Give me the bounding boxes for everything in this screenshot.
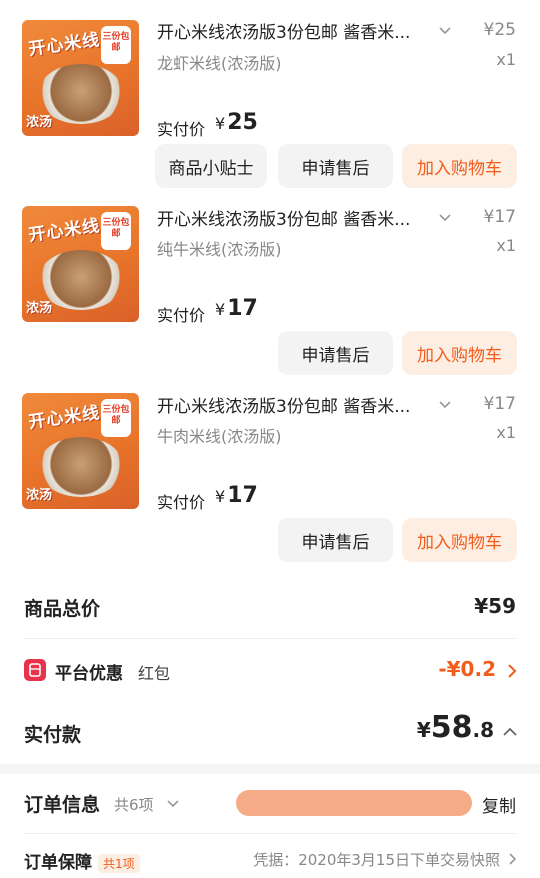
add-to-cart-button[interactable]: 加入购物车 — [402, 331, 517, 375]
paid-price-label: 实付价 — [157, 120, 206, 139]
after-sale-button[interactable]: 申请售后 — [278, 518, 393, 562]
thumb-tag: 三份包邮 — [101, 26, 131, 64]
order-info-count: 共6项 — [114, 796, 154, 814]
paid-price-value: ¥17 — [215, 296, 258, 321]
product-thumbnail[interactable]: 开心米线 三份包邮 浓汤 — [22, 393, 139, 509]
product-price: ¥25 — [483, 20, 516, 40]
paid-price-label: 实付价 — [157, 493, 206, 512]
discount-label: 平台优惠 — [55, 664, 123, 684]
paid-total-row: 实付款 ¥58.8 — [0, 702, 540, 764]
order-info-label: 订单信息 — [24, 794, 101, 816]
total-price-label: 商品总价 — [24, 598, 101, 620]
product-thumbnail[interactable]: 开心米线 三份包邮 浓汤 — [22, 20, 139, 136]
total-price-row: 商品总价 ¥59 — [0, 580, 540, 636]
discount-value: -¥0.2 — [438, 657, 496, 681]
after-sale-button[interactable]: 申请售后 — [278, 144, 393, 188]
after-sale-button[interactable]: 申请售后 — [278, 331, 393, 375]
product-price: ¥17 — [483, 207, 516, 227]
thumb-title-art: 开心米线 — [27, 403, 102, 433]
order-guarantee-row[interactable]: 订单保障 共1项 凭据：2020年3月15日下单交易快照 — [0, 834, 540, 878]
thumb-side-art: 浓汤 — [26, 115, 53, 130]
section-gap — [0, 764, 540, 774]
paid-price-value: ¥25 — [215, 110, 258, 135]
discount-row[interactable]: 平台优惠 红包 -¥0.2 — [0, 640, 540, 700]
product-qty: x1 — [496, 50, 516, 69]
product-spec: 龙虾米线(浓汤版) — [157, 54, 282, 73]
thumb-title-art: 开心米线 — [27, 30, 102, 60]
chevron-down-icon[interactable] — [438, 211, 452, 225]
paid-total-label: 实付款 — [24, 724, 82, 746]
add-to-cart-button[interactable]: 加入购物车 — [402, 518, 517, 562]
divider — [24, 638, 516, 639]
chevron-down-icon[interactable] — [166, 798, 180, 810]
coupon-icon — [24, 659, 46, 681]
chevron-down-icon[interactable] — [438, 398, 452, 412]
add-to-cart-button[interactable]: 加入购物车 — [402, 144, 517, 188]
product-title[interactable]: 开心米线浓汤版3份包邮 酱香米... — [157, 205, 437, 230]
order-guarantee-label: 订单保障 共1项 — [24, 848, 140, 873]
product-title[interactable]: 开心米线浓汤版3份包邮 酱香米... — [157, 392, 437, 417]
product-thumbnail[interactable]: 开心米线 三份包邮 浓汤 — [22, 206, 139, 322]
paid-price-value: ¥17 — [215, 483, 258, 508]
thumb-tag: 三份包邮 — [101, 399, 131, 437]
thumb-title-art: 开心米线 — [27, 216, 102, 246]
guarantee-text: 凭据：2020年3月15日下单交易快照 — [253, 851, 500, 869]
chevron-right-icon[interactable] — [506, 663, 518, 679]
guarantee-count-badge: 共1项 — [98, 853, 140, 873]
paid-total-value: ¥58.8 — [416, 710, 494, 745]
paid-price-label: 实付价 — [157, 306, 206, 325]
discount-sub-label: 红包 — [138, 664, 171, 683]
product-qty: x1 — [496, 236, 516, 255]
order-info-row[interactable]: 订单信息 共6项 复制 — [0, 774, 540, 832]
chevron-right-icon[interactable] — [508, 852, 518, 866]
thumb-tag: 三份包邮 — [101, 212, 131, 250]
chevron-up-icon[interactable] — [502, 726, 518, 738]
copy-button[interactable]: 复制 — [482, 792, 516, 817]
redacted-order-number — [236, 790, 472, 816]
thumb-side-art: 浓汤 — [26, 301, 53, 316]
product-tips-button[interactable]: 商品小贴士 — [155, 144, 267, 188]
total-price-value: ¥59 — [474, 594, 516, 618]
product-spec: 牛肉米线(浓汤版) — [157, 427, 282, 446]
chevron-down-icon[interactable] — [438, 24, 452, 38]
product-qty: x1 — [496, 423, 516, 442]
product-spec: 纯牛米线(浓汤版) — [157, 240, 282, 259]
product-price: ¥17 — [483, 394, 516, 414]
product-title[interactable]: 开心米线浓汤版3份包邮 酱香米... — [157, 18, 437, 43]
thumb-side-art: 浓汤 — [26, 488, 53, 503]
